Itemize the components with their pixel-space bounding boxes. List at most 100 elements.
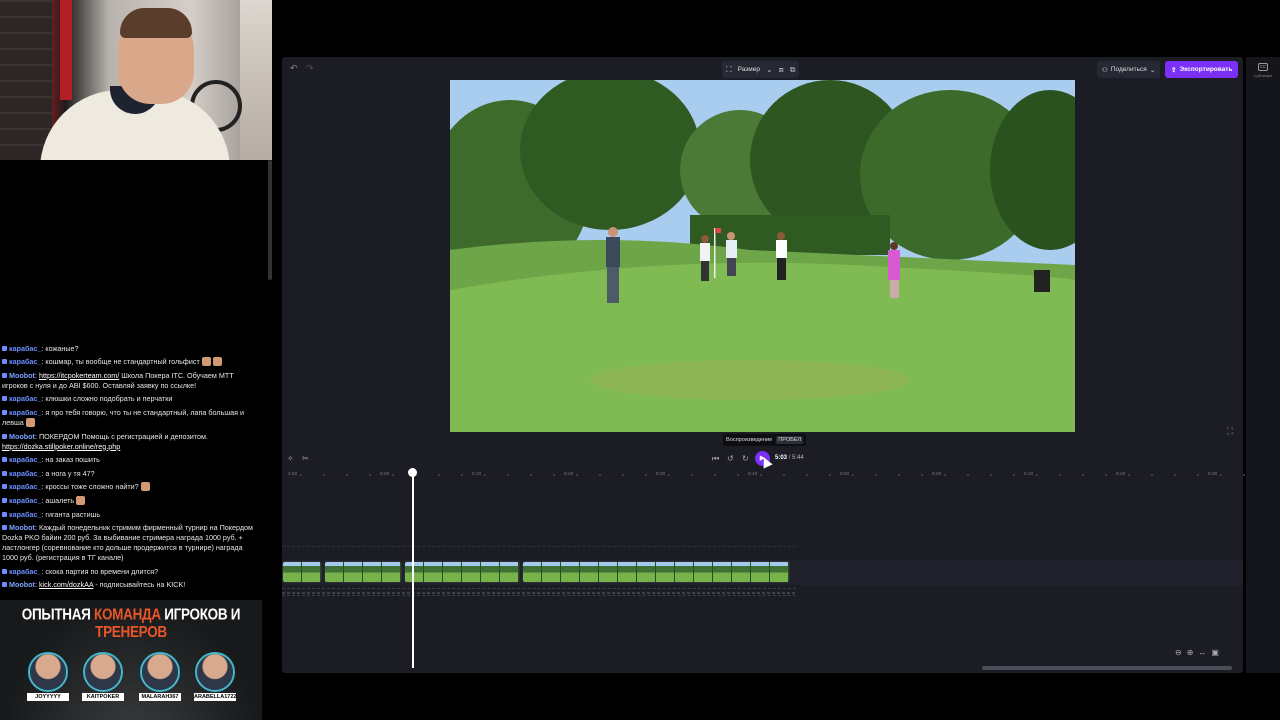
chat-author[interactable]: Moobot — [9, 371, 35, 380]
flip-icon[interactable]: ⧉ — [790, 65, 796, 75]
zoom-in-icon[interactable]: ⊕ — [1187, 648, 1194, 657]
chat-author[interactable]: карабас_ — [9, 455, 41, 464]
video-clip[interactable] — [282, 561, 322, 583]
chat-author[interactable]: карабас_ — [9, 408, 41, 417]
clip-thumbnail — [675, 562, 694, 582]
timeline-scrollbar[interactable] — [982, 666, 1232, 670]
redo-icon[interactable]: ↷ — [306, 63, 314, 74]
chat-author[interactable]: карабас_ — [9, 357, 41, 366]
fullscreen-icon[interactable]: ⛶ — [1227, 426, 1233, 437]
ruler-dot — [1059, 474, 1061, 476]
undo-icon[interactable]: ↶ — [290, 63, 298, 74]
ruler-dot — [852, 474, 854, 476]
crop-icon[interactable]: ⧈ — [779, 65, 784, 75]
playhead[interactable] — [408, 468, 417, 668]
chat-link[interactable]: https://dozka.stillpoker.online/reg.php — [2, 442, 120, 451]
chat-badge-icon — [2, 410, 7, 416]
player-avatar — [83, 652, 123, 692]
video-clip[interactable] — [324, 561, 402, 583]
ruler-dot — [760, 474, 762, 476]
size-button[interactable]: Размер — [738, 66, 760, 73]
timeline-ruler[interactable]: 4:50 5:00 5:10 5:20 5:30 5:40 5:50 6:00 … — [282, 469, 1245, 481]
chat-badge-icon — [2, 433, 7, 439]
chat-badge-icon — [2, 396, 7, 402]
scissors-icon[interactable]: ✂ — [302, 454, 309, 463]
skip-back-icon[interactable]: ⏮ — [712, 454, 719, 464]
chat-scrollbar[interactable] — [268, 160, 272, 280]
chat-author[interactable]: карабас_ — [9, 496, 41, 505]
emote-icon — [25, 418, 35, 428]
chat-author[interactable]: карабас_ — [9, 510, 41, 519]
captions-button[interactable]: CC Субтитры — [1253, 63, 1273, 78]
ruler-dot — [875, 474, 877, 476]
chat-text: ашалеть — [45, 496, 75, 506]
chat-badge-icon — [2, 498, 7, 504]
player-card: JOYYYYY — [27, 652, 69, 701]
chat-badge-icon — [2, 511, 7, 517]
rewind-5-icon[interactable]: ↺ — [727, 454, 734, 463]
chat-message: карабас_: я про тебя говорю, что ты не с… — [2, 408, 244, 428]
ruler-tick: 6:20 — [1116, 472, 1126, 477]
clip-thumbnail — [500, 562, 519, 582]
clip-thumbnail — [618, 562, 637, 582]
ruler-dot — [829, 474, 831, 476]
chat-author[interactable]: карабас_ — [9, 394, 41, 403]
chat-author[interactable]: карабас_ — [9, 344, 41, 353]
chat-badge-icon — [2, 359, 7, 365]
ruler-dot — [714, 474, 716, 476]
clip-thumbnail — [344, 562, 363, 582]
ruler-dot — [553, 474, 555, 476]
video-clip[interactable] — [522, 561, 790, 583]
video-clip[interactable] — [404, 561, 520, 583]
ruler-tick: 5:50 — [840, 472, 850, 477]
clip-thumbnail — [561, 562, 580, 582]
forward-5-icon[interactable]: ↻ — [742, 454, 749, 463]
chat-author[interactable]: карабас_ — [9, 469, 41, 478]
clip-thumbnail — [382, 562, 401, 582]
chat-text: - подписывайтесь на KICK! — [93, 580, 186, 590]
chat-author[interactable]: Moobot — [9, 432, 35, 441]
clip-thumbnail — [325, 562, 344, 582]
fit-width-icon[interactable]: ↔ — [1198, 648, 1206, 657]
chat-author[interactable]: Moobot — [9, 523, 35, 532]
clip-thumbnail — [656, 562, 675, 582]
chat-author[interactable]: Moobot — [9, 580, 35, 589]
chat-author[interactable]: карабас_ — [9, 567, 41, 576]
ruler-dot — [898, 474, 900, 476]
ruler-tick: 6:10 — [1024, 472, 1034, 477]
layout-icon[interactable]: ▣ — [1211, 648, 1219, 657]
ruler-dot — [921, 474, 923, 476]
ruler-dot — [668, 474, 670, 476]
ruler-tick: 4:50 — [288, 472, 298, 477]
emote-icon — [140, 482, 150, 492]
chat-text: кроссы тоже сложно найти? — [45, 482, 139, 492]
chat-text: кожаные? — [45, 343, 79, 353]
clip-thumbnail — [713, 562, 732, 582]
clip-thumbnail — [462, 562, 481, 582]
ruler-dot — [323, 474, 325, 476]
magic-icon[interactable]: ✧ — [287, 454, 294, 463]
chat-text: кошмар, ты вообще не стандартный гольфис… — [45, 357, 200, 367]
clip-thumbnail — [443, 562, 462, 582]
video-preview[interactable] — [450, 80, 1075, 432]
timecode: 5:03 / 5:44 — [775, 455, 804, 461]
right-sidebar: CC Субтитры — [1246, 57, 1280, 673]
chat-message: карабас_: а нога у тя 47? — [2, 469, 254, 479]
emote-icon — [201, 357, 211, 367]
export-button[interactable]: ⇪ Экспортировать — [1165, 61, 1239, 78]
ruler-dot — [1036, 474, 1038, 476]
emote-icon — [212, 357, 222, 367]
audio-track[interactable] — [282, 588, 796, 596]
resize-icon: ⛶ — [726, 64, 732, 74]
chat-text: на заказ пошить — [45, 455, 100, 465]
clip-thumbnail — [542, 562, 561, 582]
clip-thumbnail — [732, 562, 751, 582]
play-tooltip: Воспроизведение ПРОБЕЛ — [723, 434, 807, 446]
player-card: KAITPOKER — [82, 652, 124, 701]
chat-link[interactable]: kick.com/dozkAA — [39, 580, 93, 589]
zoom-out-icon[interactable]: ⊖ — [1175, 648, 1182, 657]
share-button[interactable]: ⚇ Поделиться ⌄ — [1097, 61, 1161, 78]
chat-text: клюшки сложно подобрать и перчатки — [45, 394, 173, 404]
chat-author[interactable]: карабас_ — [9, 482, 41, 491]
chat-link[interactable]: https://itcpokerteam.com/ — [39, 371, 119, 380]
